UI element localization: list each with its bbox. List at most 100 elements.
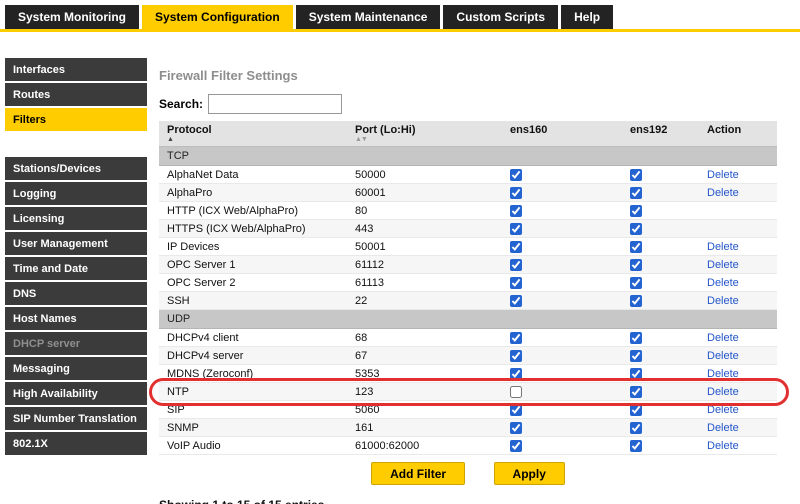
filter-row-sip: SIP5060Delete — [159, 401, 777, 419]
ens192-checkbox[interactable] — [630, 241, 642, 253]
sidebar-gap — [5, 133, 147, 157]
ens160-cell — [502, 329, 622, 347]
apply-button[interactable]: Apply — [494, 462, 565, 485]
tab-system-configuration[interactable]: System Configuration — [142, 5, 293, 29]
sidebar-item-high-availability[interactable]: High Availability — [5, 382, 147, 405]
ens160-checkbox[interactable] — [510, 295, 522, 307]
filter-row-alphanet-data: AlphaNet Data50000Delete — [159, 166, 777, 184]
delete-link[interactable]: Delete — [707, 277, 739, 289]
delete-link[interactable]: Delete — [707, 259, 739, 271]
ens192-checkbox[interactable] — [630, 332, 642, 344]
ens192-checkbox[interactable] — [630, 277, 642, 289]
column-header-protocol[interactable]: Protocol▲ — [159, 121, 347, 147]
ens160-checkbox[interactable] — [510, 350, 522, 362]
protocol-cell: AlphaPro — [159, 184, 347, 202]
sidebar-item-messaging[interactable]: Messaging — [5, 357, 147, 380]
ens160-checkbox[interactable] — [510, 368, 522, 380]
ens160-checkbox[interactable] — [510, 332, 522, 344]
delete-link[interactable]: Delete — [707, 241, 739, 253]
tab-custom-scripts[interactable]: Custom Scripts — [443, 5, 558, 29]
sort-asc-icon: ▲ — [167, 136, 339, 144]
ens192-cell — [622, 166, 699, 184]
delete-link[interactable]: Delete — [707, 440, 739, 452]
ens160-checkbox[interactable] — [510, 422, 522, 434]
ens192-checkbox[interactable] — [630, 386, 642, 398]
ens192-checkbox[interactable] — [630, 440, 642, 452]
column-label: Port (Lo:Hi) — [355, 124, 415, 136]
ens160-cell — [502, 184, 622, 202]
sidebar-item-802-1x[interactable]: 802.1X — [5, 432, 147, 455]
delete-link[interactable]: Delete — [707, 386, 739, 398]
table-header-row: Protocol▲Port (Lo:Hi)▲▼ens160ens192Actio… — [159, 121, 777, 147]
ens160-checkbox[interactable] — [510, 259, 522, 271]
ens160-checkbox[interactable] — [510, 277, 522, 289]
ens160-checkbox[interactable] — [510, 223, 522, 235]
delete-link[interactable]: Delete — [707, 295, 739, 307]
sidebar-item-interfaces[interactable]: Interfaces — [5, 58, 147, 81]
sidebar-item-stations-devices[interactable]: Stations/Devices — [5, 157, 147, 180]
ens192-checkbox[interactable] — [630, 295, 642, 307]
sidebar-item-routes[interactable]: Routes — [5, 83, 147, 106]
tab-help[interactable]: Help — [561, 5, 613, 29]
ens192-cell — [622, 274, 699, 292]
sidebar-item-licensing[interactable]: Licensing — [5, 207, 147, 230]
action-cell: Delete — [699, 166, 777, 184]
port-cell: 61112 — [347, 256, 502, 274]
ens192-checkbox[interactable] — [630, 404, 642, 416]
ens192-checkbox[interactable] — [630, 205, 642, 217]
delete-link[interactable]: Delete — [707, 422, 739, 434]
search-input[interactable] — [208, 94, 342, 114]
delete-link[interactable]: Delete — [707, 187, 739, 199]
ens160-checkbox[interactable] — [510, 440, 522, 452]
app-root: System MonitoringSystem ConfigurationSys… — [0, 0, 800, 504]
ens160-cell — [502, 256, 622, 274]
tab-system-monitoring[interactable]: System Monitoring — [5, 5, 139, 29]
sidebar-item-host-names[interactable]: Host Names — [5, 307, 147, 330]
protocol-cell: SSH — [159, 292, 347, 310]
ens160-cell — [502, 274, 622, 292]
protocol-cell: HTTPS (ICX Web/AlphaPro) — [159, 220, 347, 238]
sidebar-item-filters[interactable]: Filters — [5, 108, 147, 131]
action-cell: Delete — [699, 401, 777, 419]
sidebar-item-user-management[interactable]: User Management — [5, 232, 147, 255]
action-cell: Delete — [699, 329, 777, 347]
ens192-cell — [622, 437, 699, 455]
search-row: Search: — [159, 94, 790, 114]
delete-link[interactable]: Delete — [707, 169, 739, 181]
ens192-cell — [622, 202, 699, 220]
column-label: ens192 — [630, 124, 667, 136]
sidebar-item-time-and-date[interactable]: Time and Date — [5, 257, 147, 280]
column-header-port-lo-hi[interactable]: Port (Lo:Hi)▲▼ — [347, 121, 502, 147]
sidebar-item-logging[interactable]: Logging — [5, 182, 147, 205]
ens160-checkbox[interactable] — [510, 241, 522, 253]
ens192-checkbox[interactable] — [630, 169, 642, 181]
ens192-cell — [622, 347, 699, 365]
port-cell: 61113 — [347, 274, 502, 292]
delete-link[interactable]: Delete — [707, 404, 739, 416]
action-cell: Delete — [699, 437, 777, 455]
ens160-checkbox[interactable] — [510, 386, 522, 398]
delete-link[interactable]: Delete — [707, 368, 739, 380]
ens192-checkbox[interactable] — [630, 350, 642, 362]
ens192-checkbox[interactable] — [630, 368, 642, 380]
action-cell: Delete — [699, 184, 777, 202]
ens160-checkbox[interactable] — [510, 169, 522, 181]
protocol-cell: IP Devices — [159, 238, 347, 256]
ens160-checkbox[interactable] — [510, 187, 522, 199]
delete-link[interactable]: Delete — [707, 332, 739, 344]
tab-system-maintenance[interactable]: System Maintenance — [296, 5, 441, 29]
ens192-checkbox[interactable] — [630, 187, 642, 199]
sidebar-item-sip-number-translation[interactable]: SIP Number Translation — [5, 407, 147, 430]
action-cell: Delete — [699, 347, 777, 365]
filter-row-ntp: NTP123Delete — [159, 383, 777, 401]
ens192-checkbox[interactable] — [630, 422, 642, 434]
ens192-cell — [622, 256, 699, 274]
sidebar-item-dns[interactable]: DNS — [5, 282, 147, 305]
ens160-checkbox[interactable] — [510, 205, 522, 217]
ens192-checkbox[interactable] — [630, 223, 642, 235]
ens192-checkbox[interactable] — [630, 259, 642, 271]
sidebar-item-dhcp-server[interactable]: DHCP server — [5, 332, 147, 355]
add-filter-button[interactable]: Add Filter — [371, 462, 465, 485]
delete-link[interactable]: Delete — [707, 350, 739, 362]
ens160-checkbox[interactable] — [510, 404, 522, 416]
